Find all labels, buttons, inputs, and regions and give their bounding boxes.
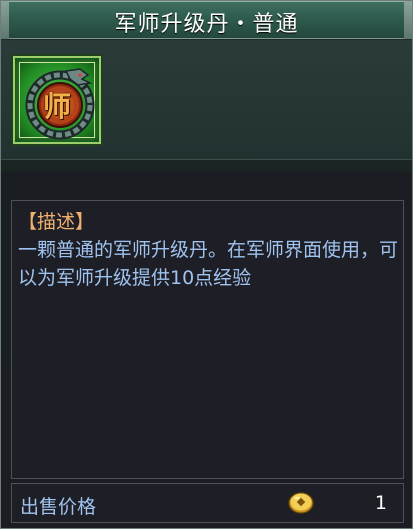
sell-price-value: 1 <box>374 492 387 514</box>
gold-coin-icon <box>288 492 314 514</box>
sell-price-label: 出售价格 <box>20 496 97 518</box>
description-text: 一颗普通的军师升级丹。在军师界面使用，可以为军师升级提供10点经验 <box>18 239 399 289</box>
description-heading: 【描述】 <box>18 211 95 233</box>
sell-price-box: 出售价格 1 <box>11 483 404 523</box>
description-box: 【描述】 一颗普通的军师升级丹。在军师界面使用，可以为军师升级提供10点经验 <box>11 200 404 479</box>
item-header: 师 <box>1 40 412 160</box>
title-bar: 军师升级丹・普通 <box>1 1 412 39</box>
item-tooltip-panel: 军师升级丹・普通 师 【描述】 一颗普通的军师升级丹。在军师界面使用，可以为军师… <box>0 0 413 529</box>
item-slot-background: 师 <box>19 62 95 140</box>
item-title: 军师升级丹・普通 <box>114 12 299 37</box>
item-icon-glyph: 师 <box>42 90 71 123</box>
item-slot[interactable]: 师 <box>13 56 101 144</box>
